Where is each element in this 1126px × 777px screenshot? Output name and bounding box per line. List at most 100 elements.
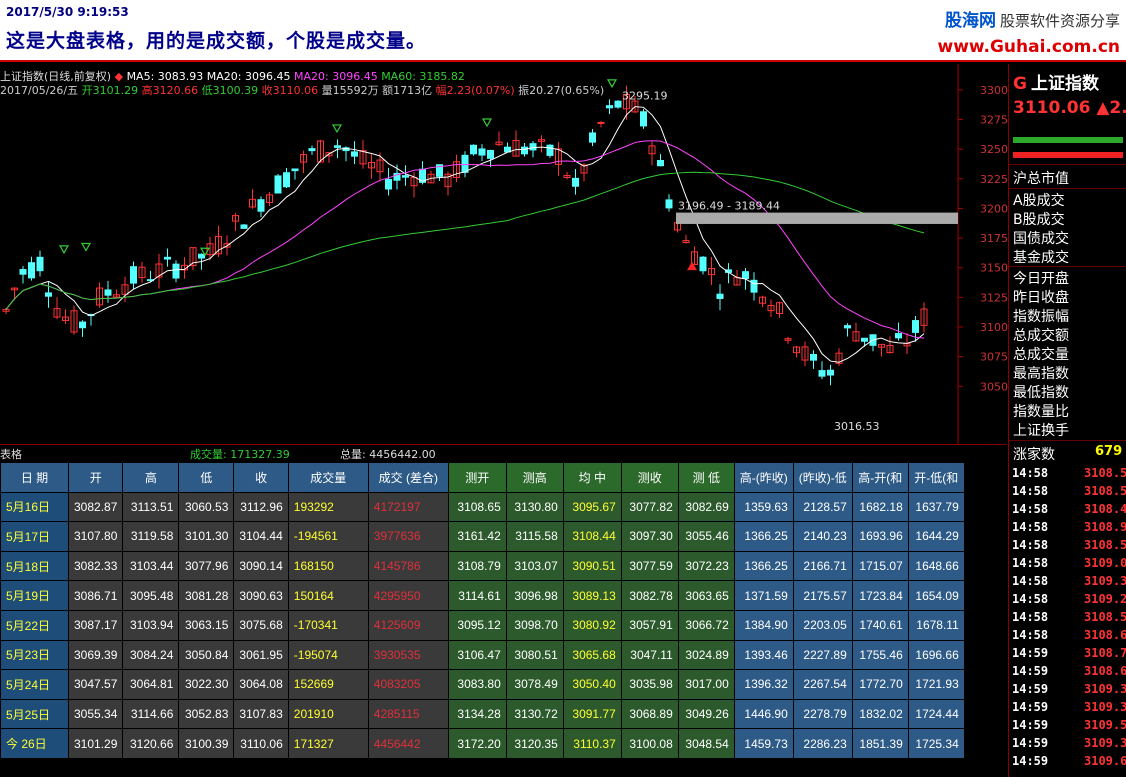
table-cell: 3172.20 [447,728,507,759]
candle-body [818,370,826,377]
table-cell: 3068.89 [620,698,679,730]
table-row[interactable]: 5月16日 3082.87 3113.51 3060.53 3112.96 193292 4… [0,491,965,523]
table-row[interactable]: 5月25日 3055.34 3114.66 3052.83 3107.83 201910 4… [0,698,965,730]
table-cell: 3110.06 [233,728,289,759]
table-header-cell[interactable]: 收 [233,462,289,493]
tick-row: 14:58 3108.4 [1008,502,1126,520]
table-header-cell[interactable]: 均 中 [562,462,622,493]
signal-arrow-icon [58,245,70,255]
ma5-line [5,106,925,363]
table-cell: 3107.80 [67,521,124,552]
candle-body [895,333,902,339]
brand-url[interactable]: www.Guhai.com.cn [937,37,1120,57]
table-cell: 4145786 [367,550,449,582]
table-header-cell[interactable]: 测高 [505,462,564,493]
table-cell: 4285115 [367,698,449,730]
table-cell: 3103.94 [122,609,180,641]
table-cell: 3077.82 [620,491,679,523]
table-cell: 4295950 [367,580,449,611]
tick-row: 14:59 3109.5 [1008,718,1126,736]
table-cell: 3103.07 [505,550,564,582]
table-cell: 3064.08 [233,669,289,700]
table-row[interactable]: 5月22日 3087.17 3103.94 3063.15 3075.68 -170341… [0,609,965,641]
candlestick-chart[interactable]: 3300 3275 3250 3225 3200 3175 3150 3125 3100 3075… [0,64,1008,444]
table-cell: 3114.66 [122,698,180,730]
table-cell: 5月24日 [0,669,69,700]
signal-arrow-icon [606,79,618,89]
candle-body [79,321,86,329]
candle-body [597,121,605,124]
tick-row: 14:59 3108.7 [1008,646,1126,664]
table-cell: 1366.25 [733,521,794,552]
table-cell: 3095.67 [562,491,622,523]
table-header-cell[interactable]: 开 [67,462,124,493]
table-row[interactable]: 5月24日 3047.57 3064.81 3022.30 3064.08 152669 4… [0,669,965,700]
tick-price: 3108.5 [1084,538,1126,552]
tick-list[interactable]: 14:58 3108.5 14:58 3108.5 14:58 3108.4 14:58 31… [1008,466,1126,772]
table-cell: 3097.30 [620,521,679,552]
candle-body [130,266,137,284]
candle-body [351,151,358,157]
table-row[interactable]: 今 26日 3101.29 3120.66 3100.39 3110.06 171327 4… [0,728,965,759]
table-cell: 2278.79 [792,698,853,730]
candle-body [572,177,579,187]
table-header-cell[interactable]: 开-低(和 [907,462,965,493]
table-cell: 3050.84 [178,639,235,671]
table-cell: 3104.44 [233,521,289,552]
table-header-cell[interactable]: 测收 [620,462,679,493]
table-cell: 3101.29 [67,728,124,759]
table-cell: 3161.42 [447,521,507,552]
table-cell: 3086.71 [67,580,124,611]
table-cell: 3091.77 [562,698,622,730]
table-cell: -195074 [287,639,369,671]
table-header-cell[interactable]: 高-开(和 [851,462,909,493]
table-cell: 3063.15 [178,609,235,641]
brand-logo[interactable]: 股海网 股票软件资源分享 www.Guhai.com.cn [937,6,1120,57]
table-cell: 171327 [287,728,369,759]
tick-row: 14:58 3109.0 [1008,556,1126,574]
table-cell: 1724.44 [907,698,965,730]
table-row[interactable]: 5月19日 3086.71 3095.48 3081.28 3090.63 150164 4… [0,580,965,611]
table-cell: 3108.79 [447,550,507,582]
turnover-item: 基金成交 [1013,250,1069,266]
table-cell: 3072.23 [677,550,735,582]
table-row[interactable]: 5月17日 3107.80 3119.58 3101.30 3104.44 -194561… [0,521,965,552]
panel-divider [1009,164,1126,165]
table-header-cell[interactable]: 高-(昨收) [733,462,794,493]
table-cell: 2166.71 [792,550,853,582]
table-header-cell[interactable]: 低 [178,462,235,493]
brand-slogan: 股票软件资源分享 [999,12,1120,30]
table-cell: 2227.89 [792,639,853,671]
table-cell: 3082.33 [67,550,124,582]
tick-price: 3109.3 [1084,736,1126,750]
data-table[interactable]: 日 期开高低收成交量 成交 (差合) 测开 测高均 中测收测 低高-(昨收) (昨收)-… [0,462,965,759]
table-header-cell[interactable]: 成交 (差合) [367,462,449,493]
table-header-cell[interactable]: 成交量 [287,462,369,493]
table-cell: 5月23日 [0,639,69,671]
candle-body [487,149,494,159]
table-row[interactable]: 5月18日 3082.33 3103.44 3077.96 3090.14 168150 4… [0,550,965,582]
table-cell: 3095.12 [447,609,507,641]
tick-row: 14:59 3108.6 [1008,664,1126,682]
table-cell: 3120.35 [505,728,564,759]
brand-name: 股海网 [944,11,996,31]
bar-volume: 量15592万 [321,84,379,97]
ma60-line [5,171,925,310]
table-header-cell[interactable]: (昨收)-低 [792,462,853,493]
table-cell: 1648.66 [907,550,965,582]
table-cell: 3075.68 [233,609,289,641]
table-cell: 3130.72 [505,698,564,730]
table-cell: 1851.39 [851,728,909,759]
y-tick-label: 3100 [980,321,1008,334]
table-header-cell[interactable]: 测 低 [677,462,735,493]
table-row[interactable]: 5月23日 3069.39 3084.24 3050.84 3061.95 -195074… [0,639,965,671]
table-header-cell[interactable]: 测开 [447,462,507,493]
candle-body [308,148,316,152]
panel-divider [1009,440,1126,441]
table-cell: 3101.30 [178,521,235,552]
table-header-cell[interactable]: 日 期 [0,462,69,493]
table-cell: 1715.07 [851,550,909,582]
stat-item: 最低指数 [1013,385,1069,401]
tick-price: 3109.3 [1084,682,1126,696]
table-header-cell[interactable]: 高 [122,462,180,493]
